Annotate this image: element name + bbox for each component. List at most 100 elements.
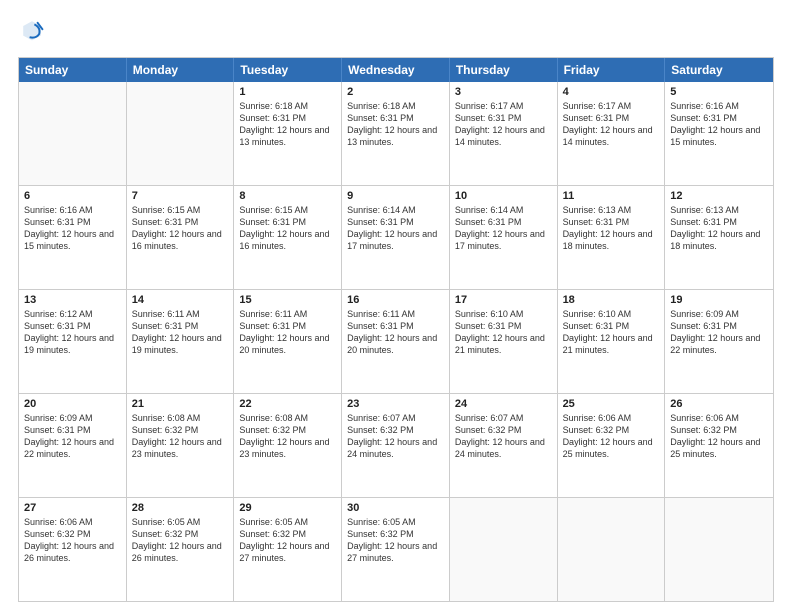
calendar-header: SundayMondayTuesdayWednesdayThursdayFrid… <box>19 58 773 82</box>
calendar-day-26: 26Sunrise: 6:06 AM Sunset: 6:32 PM Dayli… <box>665 394 773 497</box>
day-number: 28 <box>132 502 229 514</box>
calendar-day-13: 13 Sunrise: 6:12 AM Sunset: 6:31 PM Dayli… <box>19 290 127 393</box>
day-info: Sunrise: 6:13 AM Sunset: 6:31 PM Dayligh… <box>670 204 768 253</box>
calendar-day-9: 9Sunrise: 6:14 AM Sunset: 6:31 PM Daylig… <box>342 186 450 289</box>
calendar-day-17: 17 Sunrise: 6:10 AM Sunset: 6:31 PM Dayli… <box>450 290 558 393</box>
day-info: Sunrise: 6:07 AM Sunset: 6:32 PM Dayligh… <box>455 412 552 461</box>
day-info: Sunrise: 6:06 AM Sunset: 6:32 PM Dayligh… <box>24 516 121 565</box>
calendar-day-4: 4Sunrise: 6:17 AM Sunset: 6:31 PM Daylig… <box>558 82 666 185</box>
calendar-day-24: 24Sunrise: 6:07 AM Sunset: 6:32 PM Dayli… <box>450 394 558 497</box>
calendar-empty-cell <box>665 498 773 601</box>
calendar: SundayMondayTuesdayWednesdayThursdayFrid… <box>18 57 774 602</box>
day-number: 4 <box>563 86 660 98</box>
day-number: 14 <box>132 294 229 306</box>
calendar-day-8: 8 Sunrise: 6:15 AM Sunset: 6:31 PM Daylig… <box>234 186 342 289</box>
calendar-day-19: 19 Sunrise: 6:09 AM Sunset: 6:31 PM Dayli… <box>665 290 773 393</box>
day-info: Sunrise: 6:09 AM Sunset: 6:31 PM Dayligh… <box>670 308 768 357</box>
day-header-tuesday: Tuesday <box>234 58 342 82</box>
calendar-day-27: 27 Sunrise: 6:06 AM Sunset: 6:32 PM Dayli… <box>19 498 127 601</box>
calendar-day-30: 30 Sunrise: 6:05 AM Sunset: 6:32 PM Dayli… <box>342 498 450 601</box>
day-info: Sunrise: 6:15 AM Sunset: 6:31 PM Dayligh… <box>132 204 229 253</box>
calendar-week-3: 13 Sunrise: 6:12 AM Sunset: 6:31 PM Dayli… <box>19 289 773 393</box>
day-number: 22 <box>239 398 336 410</box>
day-info: Sunrise: 6:05 AM Sunset: 6:32 PM Dayligh… <box>347 516 444 565</box>
day-info: Sunrise: 6:15 AM Sunset: 6:31 PM Dayligh… <box>239 204 336 253</box>
calendar-empty-cell <box>127 82 235 185</box>
day-number: 11 <box>563 190 660 202</box>
calendar-body: 1 Sunrise: 6:18 AM Sunset: 6:31 PM Daylig… <box>19 82 773 601</box>
day-info: Sunrise: 6:18 AM Sunset: 6:31 PM Dayligh… <box>347 100 444 149</box>
calendar-day-11: 11 Sunrise: 6:13 AM Sunset: 6:31 PM Dayli… <box>558 186 666 289</box>
day-number: 27 <box>24 502 121 514</box>
day-info: Sunrise: 6:05 AM Sunset: 6:32 PM Dayligh… <box>239 516 336 565</box>
calendar-day-1: 1 Sunrise: 6:18 AM Sunset: 6:31 PM Daylig… <box>234 82 342 185</box>
day-info: Sunrise: 6:10 AM Sunset: 6:31 PM Dayligh… <box>455 308 552 357</box>
calendar-day-10: 10 Sunrise: 6:14 AM Sunset: 6:31 PM Dayli… <box>450 186 558 289</box>
day-number: 18 <box>563 294 660 306</box>
calendar-day-7: 7 Sunrise: 6:15 AM Sunset: 6:31 PM Daylig… <box>127 186 235 289</box>
day-number: 3 <box>455 86 552 98</box>
day-number: 19 <box>670 294 768 306</box>
day-info: Sunrise: 6:11 AM Sunset: 6:31 PM Dayligh… <box>239 308 336 357</box>
calendar-day-5: 5 Sunrise: 6:16 AM Sunset: 6:31 PM Daylig… <box>665 82 773 185</box>
calendar-week-2: 6 Sunrise: 6:16 AM Sunset: 6:31 PM Daylig… <box>19 185 773 289</box>
day-number: 23 <box>347 398 444 410</box>
day-info: Sunrise: 6:16 AM Sunset: 6:31 PM Dayligh… <box>24 204 121 253</box>
day-header-monday: Monday <box>127 58 235 82</box>
calendar-day-16: 16Sunrise: 6:11 AM Sunset: 6:31 PM Dayli… <box>342 290 450 393</box>
calendar-week-5: 27 Sunrise: 6:06 AM Sunset: 6:32 PM Dayli… <box>19 497 773 601</box>
day-number: 12 <box>670 190 768 202</box>
day-number: 5 <box>670 86 768 98</box>
day-info: Sunrise: 6:17 AM Sunset: 6:31 PM Dayligh… <box>455 100 552 149</box>
calendar-day-25: 25 Sunrise: 6:06 AM Sunset: 6:32 PM Dayli… <box>558 394 666 497</box>
calendar-day-29: 29 Sunrise: 6:05 AM Sunset: 6:32 PM Dayli… <box>234 498 342 601</box>
day-number: 25 <box>563 398 660 410</box>
day-info: Sunrise: 6:13 AM Sunset: 6:31 PM Dayligh… <box>563 204 660 253</box>
calendar-empty-cell <box>19 82 127 185</box>
day-info: Sunrise: 6:06 AM Sunset: 6:32 PM Dayligh… <box>563 412 660 461</box>
day-number: 20 <box>24 398 121 410</box>
day-info: Sunrise: 6:18 AM Sunset: 6:31 PM Dayligh… <box>239 100 336 149</box>
day-header-friday: Friday <box>558 58 666 82</box>
day-number: 7 <box>132 190 229 202</box>
day-info: Sunrise: 6:08 AM Sunset: 6:32 PM Dayligh… <box>239 412 336 461</box>
day-number: 9 <box>347 190 444 202</box>
calendar-week-4: 20 Sunrise: 6:09 AM Sunset: 6:31 PM Dayli… <box>19 393 773 497</box>
day-header-thursday: Thursday <box>450 58 558 82</box>
calendar-day-20: 20 Sunrise: 6:09 AM Sunset: 6:31 PM Dayli… <box>19 394 127 497</box>
day-number: 30 <box>347 502 444 514</box>
day-info: Sunrise: 6:12 AM Sunset: 6:31 PM Dayligh… <box>24 308 121 357</box>
day-header-saturday: Saturday <box>665 58 773 82</box>
logo-icon <box>20 18 44 42</box>
day-number: 26 <box>670 398 768 410</box>
day-number: 13 <box>24 294 121 306</box>
day-header-sunday: Sunday <box>19 58 127 82</box>
day-info: Sunrise: 6:08 AM Sunset: 6:32 PM Dayligh… <box>132 412 229 461</box>
calendar-day-21: 21Sunrise: 6:08 AM Sunset: 6:32 PM Dayli… <box>127 394 235 497</box>
day-number: 17 <box>455 294 552 306</box>
calendar-day-22: 22 Sunrise: 6:08 AM Sunset: 6:32 PM Dayli… <box>234 394 342 497</box>
day-number: 29 <box>239 502 336 514</box>
calendar-week-1: 1 Sunrise: 6:18 AM Sunset: 6:31 PM Daylig… <box>19 82 773 185</box>
day-info: Sunrise: 6:11 AM Sunset: 6:31 PM Dayligh… <box>132 308 229 357</box>
calendar-day-28: 28Sunrise: 6:05 AM Sunset: 6:32 PM Dayli… <box>127 498 235 601</box>
day-info: Sunrise: 6:16 AM Sunset: 6:31 PM Dayligh… <box>670 100 768 149</box>
day-number: 15 <box>239 294 336 306</box>
day-info: Sunrise: 6:14 AM Sunset: 6:31 PM Dayligh… <box>455 204 552 253</box>
day-number: 6 <box>24 190 121 202</box>
calendar-day-3: 3 Sunrise: 6:17 AM Sunset: 6:31 PM Daylig… <box>450 82 558 185</box>
day-number: 8 <box>239 190 336 202</box>
day-info: Sunrise: 6:10 AM Sunset: 6:31 PM Dayligh… <box>563 308 660 357</box>
day-number: 1 <box>239 86 336 98</box>
calendar-day-23: 23Sunrise: 6:07 AM Sunset: 6:32 PM Dayli… <box>342 394 450 497</box>
calendar-empty-cell <box>450 498 558 601</box>
calendar-day-18: 18 Sunrise: 6:10 AM Sunset: 6:31 PM Dayli… <box>558 290 666 393</box>
calendar-day-6: 6 Sunrise: 6:16 AM Sunset: 6:31 PM Daylig… <box>19 186 127 289</box>
calendar-day-2: 2Sunrise: 6:18 AM Sunset: 6:31 PM Daylig… <box>342 82 450 185</box>
day-info: Sunrise: 6:09 AM Sunset: 6:31 PM Dayligh… <box>24 412 121 461</box>
calendar-day-12: 12 Sunrise: 6:13 AM Sunset: 6:31 PM Dayli… <box>665 186 773 289</box>
calendar-day-14: 14 Sunrise: 6:11 AM Sunset: 6:31 PM Dayli… <box>127 290 235 393</box>
day-header-wednesday: Wednesday <box>342 58 450 82</box>
day-number: 16 <box>347 294 444 306</box>
day-number: 10 <box>455 190 552 202</box>
